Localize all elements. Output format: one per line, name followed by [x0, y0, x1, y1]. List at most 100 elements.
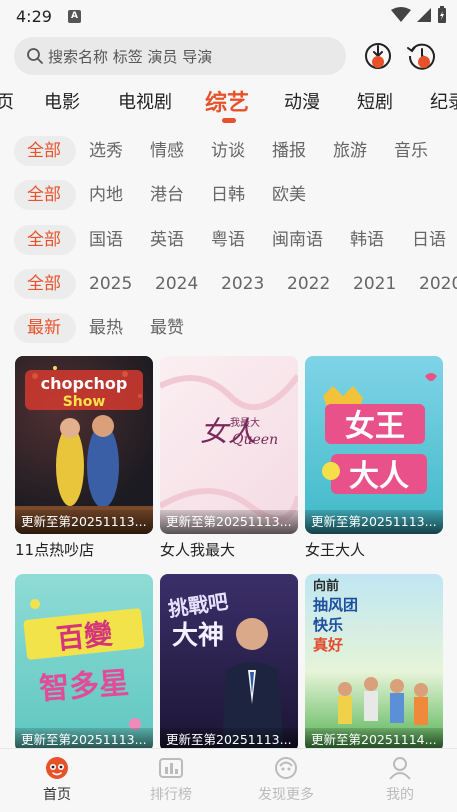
download-icon[interactable] [362, 40, 394, 72]
filter-genre-item[interactable]: 音乐 [394, 136, 428, 166]
tab-variety[interactable]: 综艺 [205, 85, 249, 117]
tab-page[interactable]: 页 [0, 88, 14, 114]
tab-documentary[interactable]: 纪录 [430, 88, 457, 114]
poster-art: 挑戰吧 大神 [167, 589, 284, 752]
poster-text: 女王 [345, 409, 405, 444]
filter-year-item[interactable]: 2025 [89, 269, 132, 299]
poster-image: 向前 抽风团 快乐 真好 更新至第20251114... [305, 574, 443, 752]
nav-label: 排行榜 [150, 787, 192, 803]
poster-image: 女人 我最大 Queen 更新至第20251113... [160, 356, 298, 534]
svg-text:大人: 大人 [349, 459, 409, 494]
tab-short-drama[interactable]: 短剧 [357, 88, 393, 114]
filter-region-item[interactable]: 欧美 [272, 180, 306, 210]
svg-text:快乐: 快乐 [313, 616, 343, 634]
filter-language-item[interactable]: 粤语 [211, 225, 245, 255]
update-caption: 更新至第20251113... [305, 510, 443, 534]
bottom-nav: 首页 排行榜 发现更多 我的 [0, 748, 457, 812]
poster-text: 挑戰吧 [167, 589, 230, 621]
poster-art: 女王 大人 [322, 373, 437, 494]
svg-text:智多星: 智多星 [38, 666, 130, 707]
status-time: 4:29 [16, 6, 52, 26]
filter-region-all[interactable]: 全部 [14, 180, 76, 210]
status-bar: 4:29 A [0, 0, 457, 32]
poster-art: chopchop Show [15, 356, 153, 534]
filter-language-item[interactable]: 闽南语 [272, 225, 323, 255]
filter-year-item[interactable]: 2024 [155, 269, 198, 299]
poster-image: 挑戰吧 大神 更新至第20251113... [160, 574, 298, 752]
tab-movie[interactable]: 电影 [44, 88, 80, 114]
filter-genre-item[interactable]: 访谈 [211, 136, 245, 166]
nav-home[interactable]: 首页 [17, 755, 97, 804]
home-icon [46, 757, 68, 779]
discover-icon [275, 757, 297, 779]
poster-art: 向前 抽风团 快乐 真好 [313, 578, 428, 725]
tab-anime[interactable]: 动漫 [284, 88, 320, 114]
filter-year-item[interactable]: 2022 [287, 269, 330, 299]
show-title: 11点热吵店 [15, 541, 95, 559]
nav-ranking[interactable]: 排行榜 [131, 755, 211, 804]
poster-image: chopchop Show 更新至第20251113... [15, 356, 153, 534]
nav-discover[interactable]: 发现更多 [246, 755, 326, 804]
nav-label: 发现更多 [258, 787, 314, 803]
update-caption: 更新至第20251113... [15, 510, 153, 534]
profile-icon [389, 757, 411, 780]
ranking-icon [159, 758, 183, 778]
search-icon [27, 48, 43, 64]
poster-image: 百變 智多星 更新至第20251113... [15, 574, 153, 752]
filter-row-region: 全部 内地 港台 日韩 欧美 [0, 177, 457, 213]
sort-hottest[interactable]: 最热 [89, 313, 123, 343]
filter-row-sort: 最新 最热 最赞 [0, 310, 457, 346]
search-placeholder: 搜索名称 标签 演员 导演 [48, 47, 213, 66]
filter-language-item[interactable]: 日语 [412, 225, 446, 255]
filter-row-year: 全部 2025 2024 2023 2022 2021 2020 [0, 266, 457, 302]
filter-year-item[interactable]: 2020 [419, 269, 457, 299]
filter-region-item[interactable]: 内地 [89, 180, 123, 210]
svg-text:Show: Show [63, 394, 106, 410]
history-icon[interactable] [406, 40, 438, 72]
poster-text: 百變 [55, 617, 115, 656]
active-tab-indicator [222, 118, 236, 123]
battery-icon [438, 6, 446, 23]
nav-label: 首页 [43, 787, 71, 803]
notification-badge: A [67, 9, 81, 23]
poster-text: chopchop [41, 374, 128, 393]
search-row: 搜索名称 标签 演员 导演 [14, 37, 444, 75]
poster-art: 百變 智多星 [23, 599, 145, 730]
filter-genre-all[interactable]: 全部 [14, 136, 76, 166]
sort-most-liked[interactable]: 最赞 [150, 313, 184, 343]
wifi-icon [391, 7, 411, 22]
status-icons [391, 6, 447, 24]
show-title: 女人我最大 [160, 541, 236, 559]
svg-text:抽风团: 抽风团 [313, 596, 358, 614]
svg-text:Queen: Queen [232, 432, 278, 448]
filter-row-genre: 全部 选秀 情感 访谈 播报 旅游 音乐 [0, 133, 457, 169]
filter-row-language: 全部 国语 英语 粤语 闽南语 韩语 日语 [0, 222, 457, 258]
filter-language-item[interactable]: 国语 [89, 225, 123, 255]
filter-genre-item[interactable]: 播报 [272, 136, 306, 166]
filter-genre-item[interactable]: 旅游 [333, 136, 367, 166]
update-caption: 更新至第20251113... [160, 510, 298, 534]
filter-language-all[interactable]: 全部 [14, 225, 76, 255]
filter-region-item[interactable]: 日韩 [211, 180, 245, 210]
filter-year-item[interactable]: 2023 [221, 269, 264, 299]
filter-region-item[interactable]: 港台 [150, 180, 184, 210]
poster-text: 向前 [313, 578, 339, 594]
category-tabs: 页 电影 电视剧 综艺 动漫 短剧 纪录 [0, 80, 457, 124]
sort-latest[interactable]: 最新 [14, 313, 76, 343]
filter-genre-item[interactable]: 选秀 [89, 136, 123, 166]
search-input[interactable]: 搜索名称 标签 演员 导演 [14, 37, 346, 75]
filter-year-item[interactable]: 2021 [353, 269, 396, 299]
filter-language-item[interactable]: 韩语 [350, 225, 384, 255]
poster-image: 女王 大人 更新至第20251113... [305, 356, 443, 534]
filter-year-all[interactable]: 全部 [14, 269, 76, 299]
nav-label: 我的 [386, 787, 414, 803]
filter-genre-item[interactable]: 情感 [150, 136, 184, 166]
filter-language-item[interactable]: 英语 [150, 225, 184, 255]
svg-text:真好: 真好 [313, 636, 343, 654]
nav-profile[interactable]: 我的 [360, 755, 440, 804]
svg-text:大神: 大神 [172, 621, 224, 651]
svg-text:我最大: 我最大 [230, 416, 260, 429]
signal-icon [417, 8, 431, 22]
tab-tv-series[interactable]: 电视剧 [118, 88, 172, 114]
poster-art: 女人 我最大 Queen [160, 374, 298, 522]
